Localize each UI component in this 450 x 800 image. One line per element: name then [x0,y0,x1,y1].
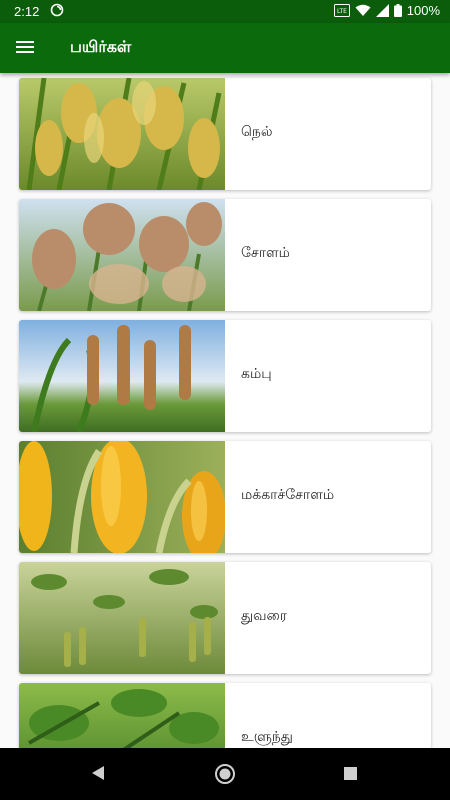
black-gram-image [19,683,225,748]
crop-name: சோளம் [241,245,290,261]
recents-square-icon[interactable] [343,766,358,781]
svg-text:LTE: LTE [337,8,347,15]
status-time: 2:12 [14,4,40,19]
sorghum-image [19,199,225,311]
crop-card-sorghum[interactable]: சோளம் [19,199,431,311]
status-bar: 2:12 LTE 100% [0,0,450,23]
crop-name: துவரை [241,608,288,624]
battery-percent: 100% [406,3,440,18]
system-nav-bar [0,748,450,800]
home-circle-icon[interactable] [214,763,236,785]
crop-name: கம்பு [241,366,272,382]
status-icons: LTE 100% [333,3,440,18]
crop-name: நெல் [241,124,273,140]
signal-icon [375,4,389,17]
crop-card-paddy[interactable]: நெல் [19,78,431,190]
paddy-image [19,78,225,190]
crop-card-black-gram[interactable]: உளுந்து [19,683,431,748]
crop-name: மக்காச்சோளம் [241,487,335,503]
crop-name: உளுந்து [241,729,293,745]
volte-icon: LTE [333,4,350,17]
wifi-icon [355,4,371,16]
page-title: பயிர்கள் [70,37,132,56]
app-bar: பயிர்கள் [0,23,450,73]
battery-icon [393,4,402,17]
crop-card-maize[interactable]: மக்காச்சோளம் [19,441,431,553]
pigeon-pea-image [19,562,225,674]
hamburger-menu-icon[interactable] [16,38,36,58]
pearl-millet-image [19,320,225,432]
maize-image [19,441,225,553]
crop-list[interactable]: நெல் சோளம் கம்பு மக்காச்சோளம் துவரை உளுந… [0,73,450,748]
sync-icon [50,3,64,17]
back-triangle-icon[interactable] [90,764,106,782]
crop-card-pigeon-pea[interactable]: துவரை [19,562,431,674]
crop-card-pearl-millet[interactable]: கம்பு [19,320,431,432]
